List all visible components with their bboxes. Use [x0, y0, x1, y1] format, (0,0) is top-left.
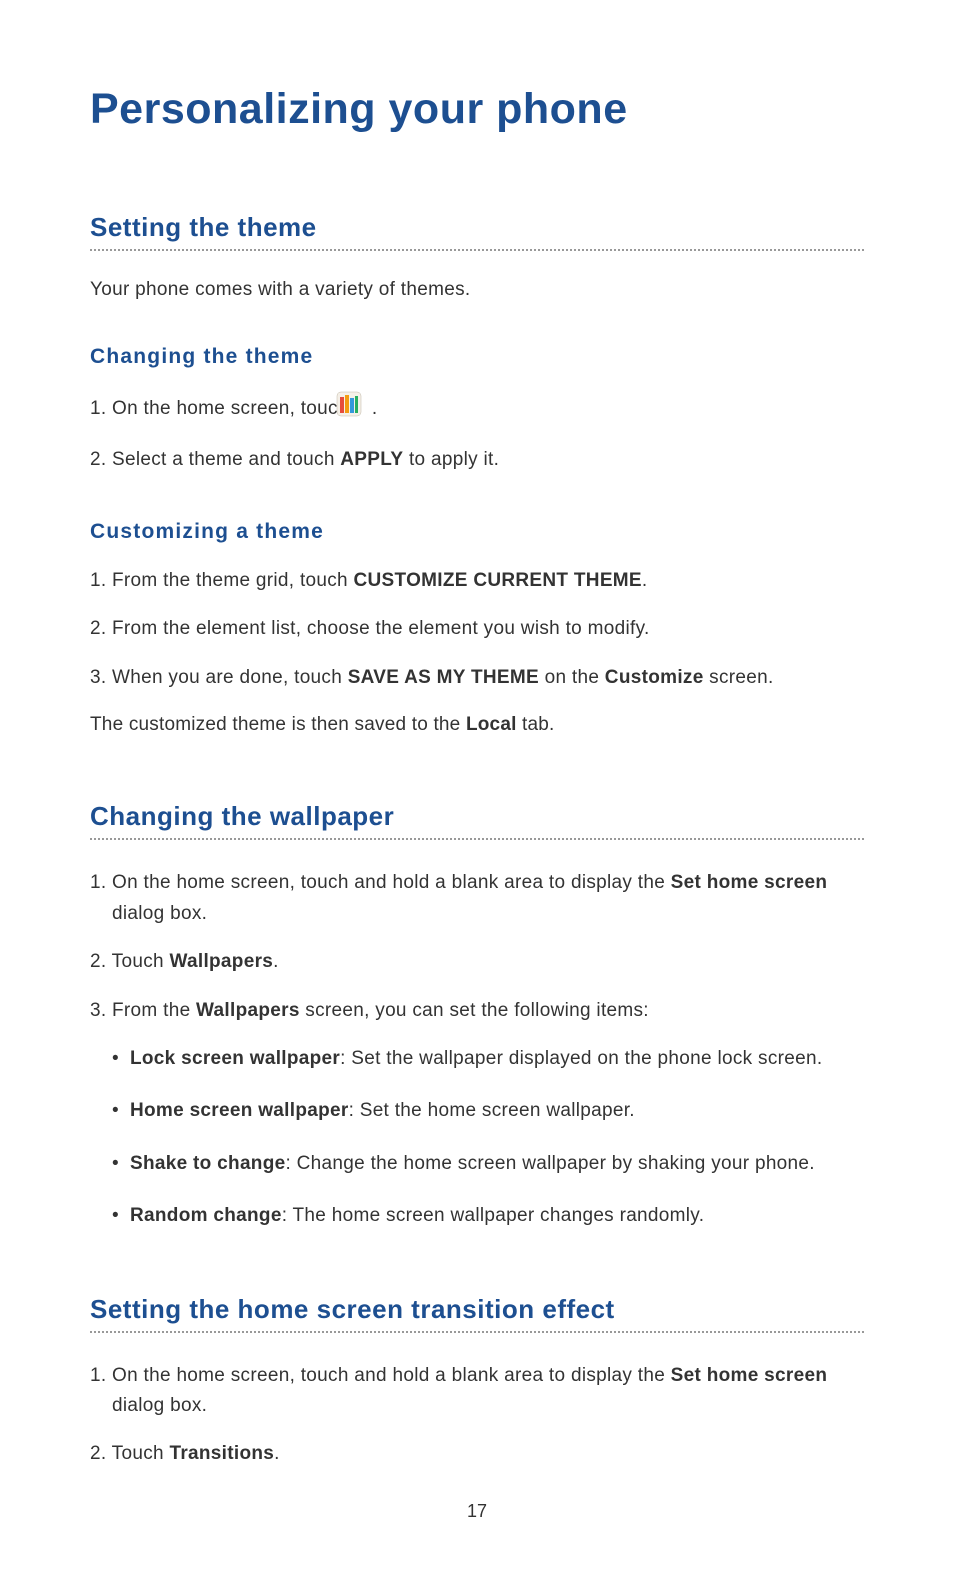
bold-label: Wallpapers	[169, 951, 273, 972]
step-text: 2. Touch	[90, 951, 169, 972]
bold-label: Set home screen	[671, 872, 828, 893]
wallpaper-bullet-shake: Shake to change: Change the home screen …	[112, 1149, 864, 1179]
step-text-suffix: .	[273, 951, 279, 972]
customizing-step-3: 3. When you are done, touch SAVE AS MY T…	[90, 663, 864, 693]
bullet-text: : Set the wallpaper displayed on the pho…	[340, 1048, 822, 1069]
step-text: 3. When you are done, touch	[90, 667, 348, 688]
themes-app-icon	[358, 391, 362, 427]
subsection-customizing-theme: Customizing a theme	[90, 520, 864, 544]
bold-label: Shake to change	[130, 1153, 286, 1174]
wallpaper-step-2: 2. Touch Wallpapers.	[90, 947, 864, 977]
step-text-suffix: .	[642, 570, 648, 591]
bold-label: Transitions	[169, 1443, 274, 1464]
step-text: 2. Select a theme and touch	[90, 449, 340, 470]
transition-step-1: 1. On the home screen, touch and hold a …	[90, 1361, 864, 1422]
step-text-suffix: to apply it.	[403, 449, 499, 470]
step-text-suffix: .	[366, 398, 377, 419]
step-text: 1. On the home screen, touch and hold a …	[90, 872, 671, 893]
customizing-note: The customized theme is then saved to th…	[90, 711, 864, 740]
wallpaper-bullet-home: Home screen wallpaper: Set the home scre…	[112, 1096, 864, 1126]
step-text: 2. Touch	[90, 1443, 169, 1464]
section-heading-theme: Setting the theme	[90, 212, 864, 251]
bold-label: Wallpapers	[196, 1000, 300, 1021]
wallpaper-step-3: 3. From the Wallpapers screen, you can s…	[90, 996, 864, 1026]
step-text-suffix: dialog box.	[112, 903, 207, 924]
page-title: Personalizing your phone	[90, 85, 864, 134]
step-text: 1. On the home screen, touch and hold a …	[90, 1365, 671, 1386]
step-text: 1. From the theme grid, touch	[90, 570, 354, 591]
bullet-text: : The home screen wallpaper changes rand…	[282, 1205, 705, 1226]
bold-label: CUSTOMIZE CURRENT THEME	[354, 570, 642, 591]
changing-theme-step-2: 2. Select a theme and touch APPLY to app…	[90, 445, 864, 475]
step-text-suffix: screen.	[704, 667, 774, 688]
bullet-text: : Set the home screen wallpaper.	[349, 1100, 635, 1121]
bold-label: SAVE AS MY THEME	[348, 667, 539, 688]
step-text: 3. From the	[90, 1000, 196, 1021]
step-text-suffix: screen, you can set the following items:	[300, 1000, 649, 1021]
note-text-prefix: The customized theme is then saved to th…	[90, 714, 466, 735]
wallpaper-bullet-lock: Lock screen wallpaper: Set the wallpaper…	[112, 1044, 864, 1074]
section-heading-wallpaper: Changing the wallpaper	[90, 801, 864, 840]
changing-theme-step-1: 1. On the home screen, touch .	[90, 391, 864, 427]
step-text-suffix: dialog box.	[112, 1395, 207, 1416]
bold-label: Random change	[130, 1205, 282, 1226]
step-text-suffix: .	[274, 1443, 280, 1464]
wallpaper-step-1: 1. On the home screen, touch and hold a …	[90, 868, 864, 929]
customizing-step-1: 1. From the theme grid, touch CUSTOMIZE …	[90, 566, 864, 596]
bold-label: Lock screen wallpaper	[130, 1048, 340, 1069]
theme-intro: Your phone comes with a variety of theme…	[90, 279, 864, 301]
bold-label: APPLY	[340, 449, 403, 470]
bullet-text: : Change the home screen wallpaper by sh…	[286, 1153, 815, 1174]
section-heading-transition: Setting the home screen transition effec…	[90, 1294, 864, 1333]
bold-label: Local	[466, 714, 517, 735]
wallpaper-bullet-random: Random change: The home screen wallpaper…	[112, 1201, 864, 1231]
bold-label: Set home screen	[671, 1365, 828, 1386]
subsection-changing-theme: Changing the theme	[90, 345, 864, 369]
note-text-suffix: tab.	[517, 714, 555, 735]
step-text: 1. On the home screen, touch	[90, 398, 354, 419]
customizing-step-2: 2. From the element list, choose the ele…	[90, 614, 864, 644]
bold-label: Home screen wallpaper	[130, 1100, 349, 1121]
step-text-mid: on the	[539, 667, 605, 688]
bold-label: Customize	[605, 667, 704, 688]
transition-step-2: 2. Touch Transitions.	[90, 1439, 864, 1469]
page-number: 17	[0, 1501, 954, 1522]
